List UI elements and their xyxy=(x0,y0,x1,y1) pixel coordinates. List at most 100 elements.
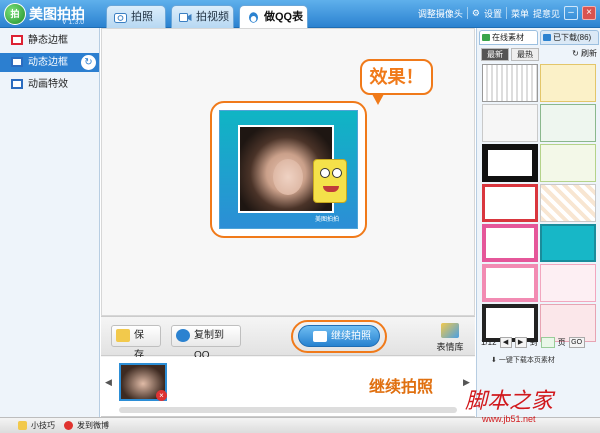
adjust-camera-button[interactable]: 调整摄像头 xyxy=(418,7,463,20)
sort-newest[interactable]: 最新 xyxy=(481,48,509,61)
dynamic-frame-border: 美图拍拍 xyxy=(219,110,358,229)
animation-effect-icon xyxy=(11,79,23,89)
tips-label: 小技巧 xyxy=(31,421,55,430)
settings-button[interactable]: 设置 xyxy=(484,7,502,20)
sidebar-item-label: 静态边框 xyxy=(28,35,68,46)
close-icon[interactable]: × xyxy=(582,6,596,20)
prev-page-icon[interactable]: ◀ xyxy=(499,337,512,348)
preview-canvas: 效果！ 美图拍拍 xyxy=(101,28,475,316)
tab-label: 在线素材 xyxy=(492,33,524,42)
bulb-icon xyxy=(18,421,27,430)
sidebar-item-animation-effect[interactable]: 动画特效 xyxy=(0,75,99,94)
site-watermark-url: www.jb51.net xyxy=(482,414,536,424)
material-thumb[interactable] xyxy=(540,184,596,222)
camera-icon xyxy=(114,13,127,23)
material-thumb[interactable] xyxy=(482,224,538,262)
tab-photo[interactable]: 拍照 xyxy=(106,5,166,28)
title-bar: 拍 美图拍拍 V 1.3.0 拍照 拍视频 做QQ表情 调整摄像头 ⚙ 设置 菜… xyxy=(0,0,600,46)
tab-label: 已下载(86) xyxy=(553,33,592,42)
goto-label: 到 xyxy=(529,338,538,347)
next-page-icon[interactable]: ▶ xyxy=(514,337,527,348)
material-refresh-button[interactable]: ↻ 刷新 xyxy=(572,48,597,59)
face-image xyxy=(273,159,303,195)
emoji-library-button[interactable]: 表情库 xyxy=(433,323,467,353)
material-thumb[interactable] xyxy=(482,264,538,302)
post-weibo-link[interactable]: 发到微博 xyxy=(64,420,109,431)
app-version: V 1.3.0 xyxy=(62,19,85,26)
tab-qq-emoji[interactable]: 做QQ表情 xyxy=(239,5,308,46)
menu-button[interactable]: 菜单 xyxy=(511,7,529,20)
download-all-link[interactable]: ⬇ 一键下载本页素材 xyxy=(491,355,555,365)
copy-to-qq-button[interactable]: 复制到QQ xyxy=(171,325,241,361)
download-all-label: 一键下载本页素材 xyxy=(498,357,555,364)
page-indicator: 1/12 xyxy=(481,338,497,347)
sort-tabs: 最新 最热 xyxy=(481,48,539,61)
material-tabs: 在线素材 已下载(86) xyxy=(479,30,599,45)
separator xyxy=(466,7,468,19)
static-frame-icon xyxy=(11,35,23,45)
page-input[interactable] xyxy=(540,337,555,348)
tab-video[interactable]: 拍视频 xyxy=(171,5,234,28)
qq-penguin-icon xyxy=(249,12,258,23)
effect-callout: 效果！ xyxy=(360,59,433,105)
pager: 1/12 ◀ ▶ 到 页 GO xyxy=(481,337,585,348)
tab-label: 拍照 xyxy=(131,11,153,23)
feedback-button[interactable]: 提意见 xyxy=(533,7,560,20)
continue-shoot-label: 继续拍照 xyxy=(331,331,371,342)
arrow-left-icon[interactable]: ◀ xyxy=(105,377,113,389)
material-grid xyxy=(482,64,596,342)
emoji-library-label: 表情库 xyxy=(436,342,464,352)
material-thumb[interactable] xyxy=(482,184,538,222)
site-watermark: 脚本之家 xyxy=(465,388,554,413)
minimize-icon[interactable]: – xyxy=(564,6,578,20)
separator xyxy=(505,7,507,19)
material-thumb[interactable] xyxy=(540,64,596,102)
action-toolbar: 保 存 复制到QQ 继续拍照 表情库 xyxy=(101,316,475,361)
emoji-library-icon xyxy=(441,323,459,338)
preview-frame-highlight: 美图拍拍 xyxy=(210,101,367,238)
download-icon: ⬇ xyxy=(491,357,497,364)
tab-downloaded[interactable]: 已下载(86) xyxy=(540,30,599,45)
sidebar-item-label: 动画特效 xyxy=(28,79,68,90)
refresh-icon: ↻ xyxy=(572,49,579,58)
delete-icon[interactable]: × xyxy=(156,390,167,401)
material-thumb[interactable] xyxy=(482,104,538,142)
download-icon xyxy=(543,34,551,41)
video-icon xyxy=(179,13,192,22)
online-icon xyxy=(482,34,490,41)
material-thumb[interactable] xyxy=(540,224,596,262)
continue-shoot-button[interactable]: 继续拍照 xyxy=(298,325,380,347)
post-weibo-label: 发到微博 xyxy=(77,421,109,430)
go-button[interactable]: GO xyxy=(568,337,585,348)
gear-icon[interactable]: ⚙ xyxy=(472,8,480,19)
material-thumb[interactable] xyxy=(540,264,596,302)
sidebar-item-dynamic-frame[interactable]: 动态边框 ↻ xyxy=(0,53,99,72)
sidebar: 静态边框 动态边框 ↻ 动画特效 xyxy=(0,28,100,417)
qq-penguin-icon xyxy=(176,329,190,342)
thumbnail[interactable]: × xyxy=(119,363,167,401)
material-thumb[interactable] xyxy=(540,104,596,142)
main-area: 效果！ 美图拍拍 保 存 复制到QQ 继续拍照 表情库 ◀ × ▶ xyxy=(101,28,475,417)
weibo-icon xyxy=(64,421,73,430)
tab-online-material[interactable]: 在线素材 xyxy=(479,30,538,45)
sidebar-item-label: 动态边框 xyxy=(28,57,68,68)
sidebar-item-static-frame[interactable]: 静态边框 xyxy=(0,31,99,50)
spongebob-sticker-icon xyxy=(313,159,347,203)
material-thumb[interactable] xyxy=(482,64,538,102)
material-thumb[interactable] xyxy=(540,144,596,182)
frame-watermark: 美图拍拍 xyxy=(315,217,340,223)
dynamic-frame-icon xyxy=(11,57,23,67)
material-panel: 在线素材 已下载(86) 最新 最热 ↻ 刷新 1/12 ◀ ▶ 到 页 GO … xyxy=(476,28,600,417)
refresh-icon[interactable]: ↻ xyxy=(81,55,96,70)
camera-icon xyxy=(313,331,327,342)
tips-link[interactable]: 小技巧 xyxy=(18,420,55,431)
strip-scrollbar[interactable] xyxy=(119,407,457,413)
tab-label: 拍视频 xyxy=(196,11,229,23)
material-thumb[interactable] xyxy=(482,144,538,182)
sort-hottest[interactable]: 最热 xyxy=(511,48,539,61)
top-tools: 调整摄像头 ⚙ 设置 菜单 提意见 – × xyxy=(418,4,596,22)
page-unit-label: 页 xyxy=(557,338,566,347)
save-button[interactable]: 保 存 xyxy=(111,325,161,361)
continue-shoot-callout: 继续拍照 xyxy=(369,379,434,396)
folder-save-icon xyxy=(116,329,130,342)
